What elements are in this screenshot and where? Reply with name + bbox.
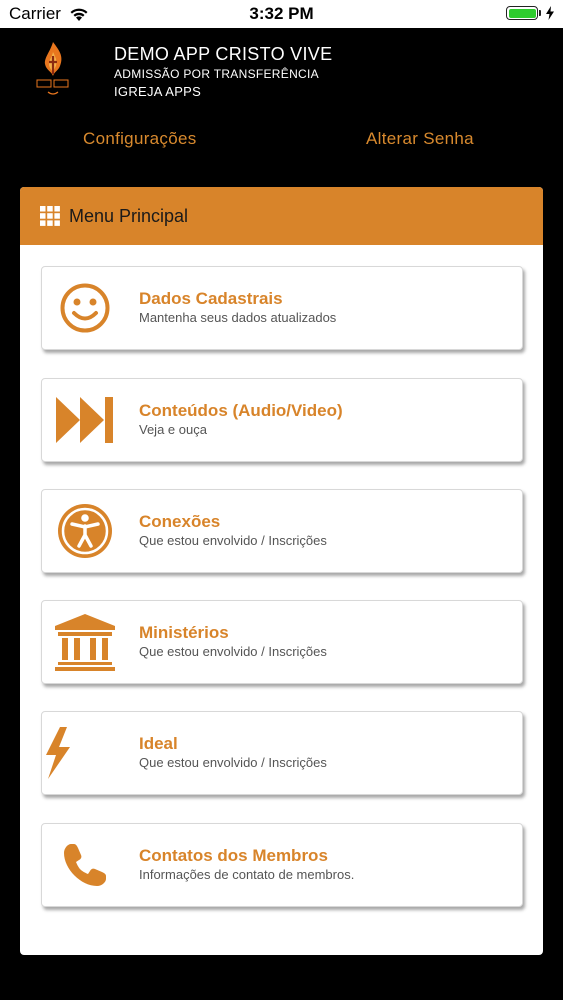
menu-item-description: Veja e ouça xyxy=(139,422,207,437)
main-menu-panel: Menu Principal Dados Cadastrais Mantenha… xyxy=(20,187,543,955)
status-time: 3:32 PM xyxy=(249,4,314,23)
menu-item-description: Mantenha seus dados atualizados xyxy=(139,310,337,325)
settings-link[interactable]: Configurações xyxy=(83,129,197,149)
smiley-icon xyxy=(52,279,118,337)
app-title: DEMO APP CRISTO VIVE xyxy=(114,44,333,64)
app-subtitle: ADMISSÃO POR TRANSFERÊNCIA xyxy=(114,67,319,81)
lightning-icon xyxy=(46,724,118,782)
fast-forward-icon xyxy=(52,391,118,449)
menu-item-description: Que estou envolvido / Inscrições xyxy=(139,644,327,659)
church-logo-icon xyxy=(36,42,69,95)
menu-item-description: Informações de contato de membros. xyxy=(139,867,355,882)
menu-item-description: Que estou envolvido / Inscrições xyxy=(139,755,327,770)
menu-item-conexoes[interactable]: Conexões Que estou envolvido / Inscriçõe… xyxy=(41,489,523,573)
menu-item-title: Conteúdos (Audio/Video) xyxy=(139,401,343,420)
menu-item-title: Contatos dos Membros xyxy=(139,846,328,865)
church-name: IGREJA APPS xyxy=(114,84,202,99)
menu-item-contatos-membros[interactable]: Contatos dos Membros Informações de cont… xyxy=(41,823,523,907)
status-right xyxy=(506,6,555,20)
menu-item-title: Ministérios xyxy=(139,623,229,642)
app-header: DEMO APP CRISTO VIVE ADMISSÃO POR TRANSF… xyxy=(0,28,563,186)
change-password-link[interactable]: Alterar Senha xyxy=(366,129,474,149)
grid-icon xyxy=(40,206,60,226)
battery-icon xyxy=(506,6,538,20)
menu-item-title: Ideal xyxy=(139,734,178,753)
menu-item-title: Conexões xyxy=(139,512,221,531)
menu-item-conteudos[interactable]: Conteúdos (Audio/Video) Veja e ouça xyxy=(41,378,523,462)
status-bar: Carrier 3:32 PM xyxy=(0,0,563,28)
panel-title: Menu Principal xyxy=(69,206,189,226)
battery-tip xyxy=(539,10,541,16)
accessibility-icon xyxy=(52,502,118,560)
menu-item-ministerios[interactable]: Ministérios Que estou envolvido / Inscri… xyxy=(41,600,523,684)
menu-item-ideal[interactable]: Ideal Que estou envolvido / Inscrições xyxy=(41,711,523,795)
menu-item-description: Que estou envolvido / Inscrições xyxy=(139,533,327,548)
panel-header: Menu Principal xyxy=(20,187,543,245)
menu-item-dados-cadastrais[interactable]: Dados Cadastrais Mantenha seus dados atu… xyxy=(41,266,523,350)
charging-bolt-icon xyxy=(546,6,554,20)
menu-item-title: Dados Cadastrais xyxy=(139,289,283,308)
phone-icon xyxy=(52,836,118,894)
institution-icon xyxy=(52,613,118,671)
